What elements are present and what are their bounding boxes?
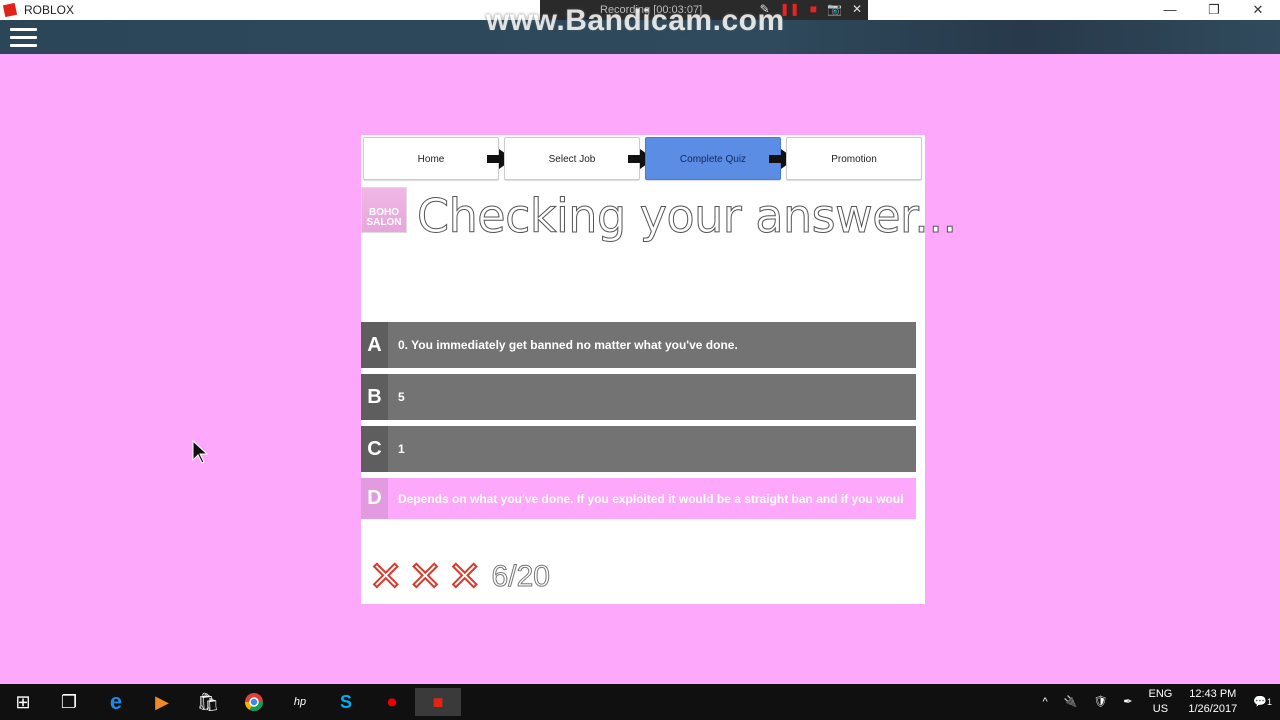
chrome-icon[interactable] <box>231 688 277 716</box>
answer-letter: A <box>361 322 388 368</box>
battery-icon[interactable]: 🔌 <box>1064 695 1078 710</box>
answer-text: 0. You immediately get banned no matter … <box>398 338 738 352</box>
media-player-icon[interactable]: ▶ <box>139 688 185 716</box>
step-home[interactable]: Home <box>363 137 499 180</box>
close-icon[interactable]: ✕ <box>852 2 862 16</box>
store-icon[interactable]: 🛍 <box>185 688 231 716</box>
close-button[interactable]: ✕ <box>1236 0 1280 20</box>
hp-icon[interactable]: hp <box>277 688 323 716</box>
notification-center-icon[interactable]: 💬1 <box>1253 695 1272 710</box>
restore-button[interactable]: ❐ <box>1192 0 1236 20</box>
clock[interactable]: 12:43 PM 1/26/2017 <box>1188 687 1237 717</box>
pen-icon[interactable]: ✒ <box>1123 695 1132 710</box>
boho-salon-logo: BOHO SALON <box>361 187 407 233</box>
minimize-button[interactable]: — <box>1148 0 1192 20</box>
menu-icon[interactable] <box>10 28 37 48</box>
security-icon[interactable]: 🛡 <box>1093 695 1107 710</box>
answer-option-d[interactable]: D Depends on what you've done. If you ex… <box>361 478 916 519</box>
strike-x-icon: ✕ <box>408 554 443 600</box>
strike-x-icon: ✕ <box>447 554 482 600</box>
progress-steps: Home Select Job Complete Quiz Promotion <box>363 137 923 181</box>
window-title: ROBLOX <box>24 3 75 17</box>
bandicam-icon[interactable]: ⏺ <box>369 688 415 716</box>
answer-option-a[interactable]: A 0. You immediately get banned no matte… <box>361 322 916 368</box>
question-progress: 6/20 <box>491 560 550 594</box>
bandicam-watermark: www.Bandicam.com <box>486 4 785 37</box>
task-view-icon[interactable]: ❐ <box>46 688 92 716</box>
roblox-taskbar-icon[interactable]: ■ <box>415 688 461 716</box>
answer-letter: B <box>361 374 388 420</box>
windows-taskbar: ⊞ ❐ e ▶ 🛍 hp S ⏺ ■ ^ 🔌 🛡 ✒ ENG US 12:43 … <box>0 684 1280 720</box>
language-indicator[interactable]: ENG US <box>1149 687 1173 717</box>
system-tray: ^ 🔌 🛡 ✒ ENG US 12:43 PM 1/26/2017 💬1 <box>1034 684 1280 720</box>
step-select-job[interactable]: Select Job <box>504 137 640 180</box>
step-promotion[interactable]: Promotion <box>786 137 922 180</box>
step-complete-quiz[interactable]: Complete Quiz <box>645 137 781 180</box>
answer-letter: C <box>361 426 388 472</box>
edge-icon[interactable]: e <box>93 688 139 716</box>
notification-count: 1 <box>1266 696 1272 707</box>
answer-text: 1 <box>398 442 405 456</box>
windows-start-icon[interactable]: ⊞ <box>0 688 46 716</box>
status-headline: Checking your answer... <box>417 189 958 244</box>
answer-text: Depends on what you've done. If you expl… <box>398 491 904 506</box>
roblox-logo-icon <box>2 2 18 18</box>
quiz-panel: Home Select Job Complete Quiz Promotion … <box>361 135 958 604</box>
answer-option-c[interactable]: C 1 <box>361 426 916 472</box>
strike-x-icon: ✕ <box>368 554 403 600</box>
answer-letter: D <box>361 478 388 519</box>
skype-icon[interactable]: S <box>323 688 369 716</box>
answer-option-b[interactable]: B 5 <box>361 374 916 420</box>
score-area: ✕ ✕ ✕ 6/20 <box>368 554 550 600</box>
tray-chevron-icon[interactable]: ^ <box>1042 695 1047 710</box>
answer-text: 5 <box>398 390 405 404</box>
stop-icon[interactable]: ■ <box>810 2 817 16</box>
camera-icon[interactable]: 📷 <box>827 2 842 16</box>
